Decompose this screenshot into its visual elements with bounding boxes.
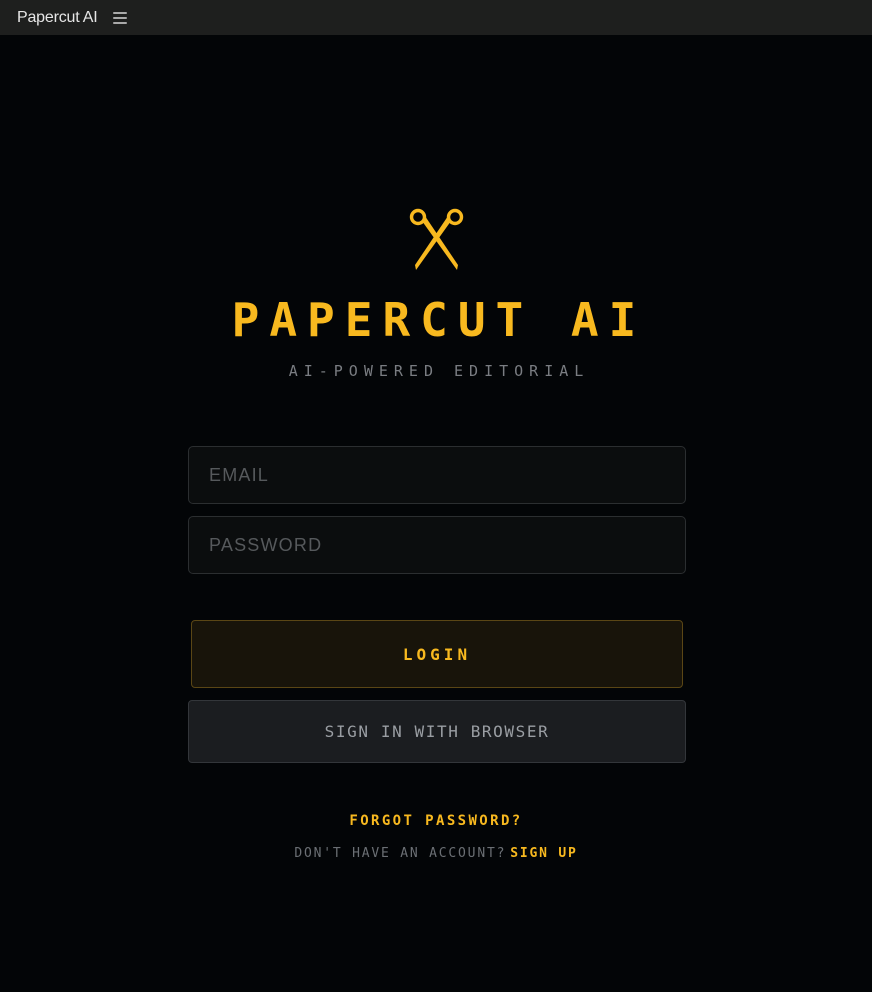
menu-line (112, 11, 127, 14)
menu-line (112, 16, 127, 19)
password-field[interactable] (188, 516, 686, 574)
sign-in-with-browser-button[interactable]: SIGN IN WITH BROWSER (188, 700, 686, 763)
menu-line (112, 21, 127, 24)
brand-title: PAPERCUT AI (231, 293, 647, 347)
app-title: Papercut AI (17, 8, 98, 26)
brand-subtitle: AI-POWERED EDITORIAL (288, 362, 590, 380)
signup-prompt: DON'T HAVE AN ACCOUNT? SIGN UP (0, 846, 872, 861)
hamburger-menu-icon[interactable] (112, 11, 127, 24)
email-field[interactable] (188, 446, 686, 504)
no-account-text: DON'T HAVE AN ACCOUNT? (294, 846, 507, 861)
login-button[interactable]: LOGIN (191, 620, 683, 688)
scissors-icon (409, 208, 464, 270)
forgot-password-link[interactable]: FORGOT PASSWORD? (0, 813, 872, 829)
app-titlebar: Papercut AI (0, 0, 872, 35)
sign-up-link[interactable]: SIGN UP (510, 846, 577, 861)
